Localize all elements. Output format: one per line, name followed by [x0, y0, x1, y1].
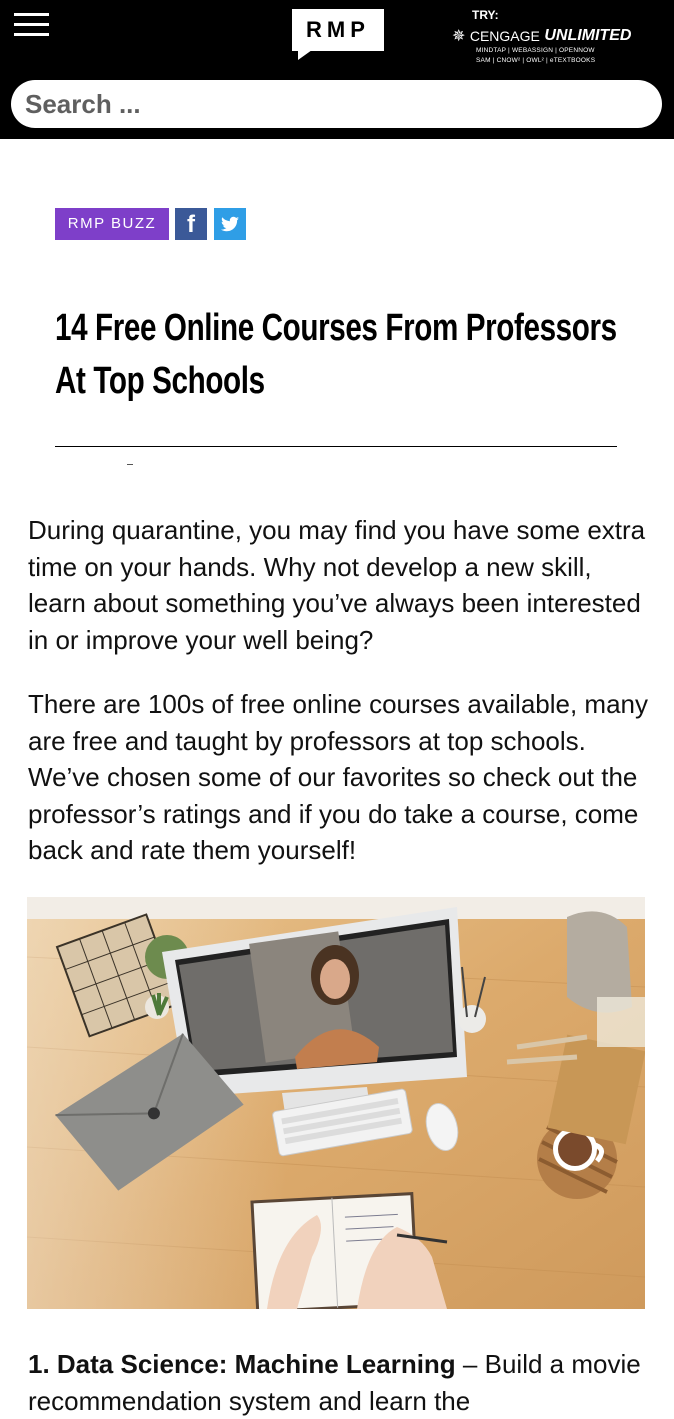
facebook-share-button[interactable]: f [175, 208, 207, 240]
site-header: RMP TRY: ✵ CENGAGE UNLIMITED MINDTAP | W… [0, 0, 674, 139]
byline-dash [127, 464, 133, 465]
cengage-spark-icon: ✵ [452, 28, 466, 45]
promo-try-label: TRY: [472, 8, 499, 22]
twitter-icon [220, 216, 239, 232]
twitter-share-button[interactable] [214, 208, 246, 240]
intro-paragraph: During quarantine, you may find you have… [28, 515, 646, 655]
intro-paragraph: There are 100s of free online courses av… [28, 689, 649, 865]
search-placeholder: Search ... [25, 89, 141, 119]
course-heading[interactable]: 1. Data Science: Machine Learning [28, 1349, 456, 1379]
logo-text: RMP [306, 17, 370, 42]
category-tag[interactable]: RMP BUZZ [55, 208, 169, 240]
course-list-item: 1. Data Science: Machine Learning – Buil… [28, 1346, 648, 1419]
promo-products-line1: MINDTAP | WEBASSIGN | OPENNOW [476, 47, 595, 54]
promo-brand-prefix: CENGAGE [469, 28, 540, 44]
promo-products-line2: SAM | CNOW² | OWL² | eTEXTBOOKS [476, 57, 596, 64]
article-title: 14 Free Online Courses From Professors A… [55, 302, 632, 408]
search-input[interactable]: Search ... [11, 80, 662, 128]
menu-icon[interactable] [14, 13, 50, 39]
article-hero-image [27, 897, 645, 1309]
rmp-logo[interactable]: RMP [292, 9, 384, 51]
title-line-1: 14 Free Online Courses From Professors [55, 307, 617, 349]
promo-brand-name: UNLIMITED [544, 27, 632, 44]
facebook-icon: f [187, 211, 195, 238]
logo-speech-tail [298, 50, 312, 60]
title-divider [55, 446, 617, 447]
promo-brand: ✵ CENGAGE UNLIMITED [452, 26, 631, 46]
desk-photo-illustration [27, 897, 645, 1309]
cengage-promo[interactable]: TRY: ✵ CENGAGE UNLIMITED MINDTAP | WEBAS… [452, 8, 642, 68]
title-line-2: At Top Schools [55, 360, 265, 402]
